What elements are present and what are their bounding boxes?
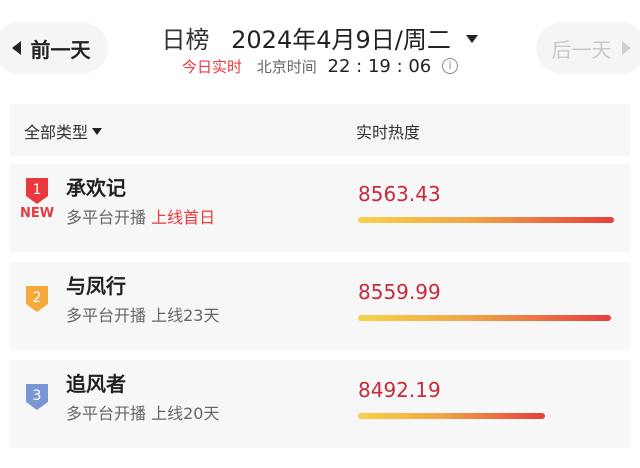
- platform-text: 多平台开播: [66, 306, 147, 325]
- show-title[interactable]: 承欢记: [66, 172, 126, 201]
- heat-column-label: 实时热度: [356, 123, 421, 142]
- beijing-time-label: 北京时间: [256, 58, 317, 76]
- rank-shield-icon: 1: [26, 178, 48, 204]
- heat-bar: [358, 315, 611, 321]
- show-meta: 多平台开播 上线20天: [66, 400, 219, 424]
- next-day-label: 后一天: [551, 37, 612, 62]
- heat-bar: [358, 217, 614, 223]
- column-header: 全部类型 实时热度: [10, 104, 630, 156]
- heat-bar: [358, 413, 545, 419]
- caret-down-icon: [92, 128, 103, 135]
- rank-shield-icon: 3: [26, 384, 48, 410]
- heat-value: 8492.19: [358, 378, 441, 402]
- ranking-row[interactable]: 1 NEW 承欢记 多平台开播 上线首日 8563.43: [10, 164, 630, 252]
- release-status: 上线20天: [151, 404, 220, 423]
- platform-text: 多平台开播: [66, 208, 147, 227]
- ranking-row[interactable]: 3 追风者 多平台开播 上线20天 8492.19: [10, 360, 630, 448]
- next-day-button[interactable]: 后一天: [536, 22, 640, 74]
- info-icon[interactable]: i: [442, 57, 459, 74]
- new-tag: NEW: [20, 206, 55, 221]
- date-text: 2024年4月9日/周二: [231, 26, 451, 54]
- board-label: 日榜: [161, 26, 210, 54]
- show-title[interactable]: 追风者: [66, 368, 126, 397]
- rank-shield-icon: 2: [26, 286, 48, 312]
- realtime-label: 今日实时: [181, 58, 242, 76]
- type-filter-label: 全部类型: [24, 123, 89, 142]
- chevron-right-icon: [621, 41, 631, 55]
- platform-text: 多平台开播: [66, 404, 147, 423]
- heat-value: 8559.99: [358, 280, 441, 304]
- rank-badge: 2: [24, 284, 50, 314]
- release-status: 上线首日: [151, 208, 216, 227]
- show-meta: 多平台开播 上线23天: [66, 302, 219, 326]
- ranking-row[interactable]: 2 与凤行 多平台开播 上线23天 8559.99: [10, 262, 630, 350]
- rank-number: 1: [33, 182, 42, 198]
- type-filter[interactable]: 全部类型: [24, 119, 103, 143]
- show-meta: 多平台开播 上线首日: [66, 204, 215, 228]
- rank-number: 2: [33, 290, 42, 306]
- heat-value: 8563.43: [358, 182, 441, 206]
- release-status: 上线23天: [151, 306, 220, 325]
- header: 前一天 日榜 2024年4月9日/周二 今日实时 北京时间 22 : 19 : …: [0, 0, 640, 96]
- rank-badge: 1: [24, 176, 50, 206]
- show-title[interactable]: 与凤行: [66, 270, 126, 299]
- caret-down-icon: [466, 35, 479, 43]
- rank-badge: 3: [24, 382, 50, 412]
- rank-number: 3: [33, 388, 42, 404]
- clock: 22 : 19 : 06: [327, 56, 432, 77]
